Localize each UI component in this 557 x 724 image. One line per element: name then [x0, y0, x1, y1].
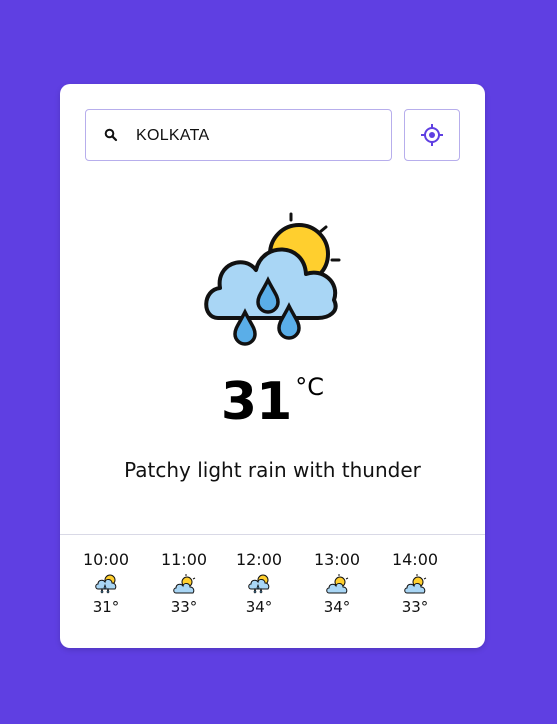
hour-time: 11:00	[160, 550, 208, 569]
hour-temp: 33°	[170, 598, 198, 616]
temperature-unit: °C	[295, 373, 325, 401]
location-target-icon	[421, 124, 443, 146]
hour-time: 12:00	[235, 550, 283, 569]
hour-temp: 34°	[323, 598, 351, 616]
current-temperature: 31 °C	[60, 372, 485, 432]
hour-time: 10:00	[82, 550, 130, 569]
partly-cloudy-icon	[404, 574, 427, 594]
temperature-value: 31	[220, 372, 292, 432]
hourly-item: 14:00 33°	[387, 550, 443, 617]
hour-temp: 33°	[401, 598, 429, 616]
rain-cloud-sun-icon	[248, 574, 270, 594]
hour-time: 14:00	[391, 550, 439, 569]
weather-card: 31°C Patchy light rain with thunder 10:0…	[60, 84, 485, 648]
hour-temp: 34°	[245, 598, 273, 616]
hourly-item: 12:00 34°	[231, 550, 287, 617]
hourly-item: 11:00 33°	[156, 550, 212, 617]
hour-time: 13:00	[313, 550, 361, 569]
divider	[60, 534, 485, 535]
hour-temp: 31°	[92, 598, 120, 616]
hourly-item: 13:00 34°	[309, 550, 365, 617]
rain-cloud-sun-icon	[95, 574, 117, 594]
partly-cloudy-icon	[173, 574, 196, 594]
hourly-forecast: 10:00 31° 11:00 33° 12:00 34° 13:00 34° …	[78, 550, 478, 630]
partly-cloudy-icon	[326, 574, 349, 594]
search-input[interactable]	[134, 110, 388, 162]
search-box[interactable]	[85, 109, 392, 162]
weather-condition: Patchy light rain with thunder	[124, 458, 421, 482]
current-location-button[interactable]	[404, 109, 460, 161]
hourly-item: 10:00 31°	[78, 550, 134, 617]
search-icon	[104, 128, 118, 142]
rain-cloud-sun-icon	[204, 212, 341, 346]
